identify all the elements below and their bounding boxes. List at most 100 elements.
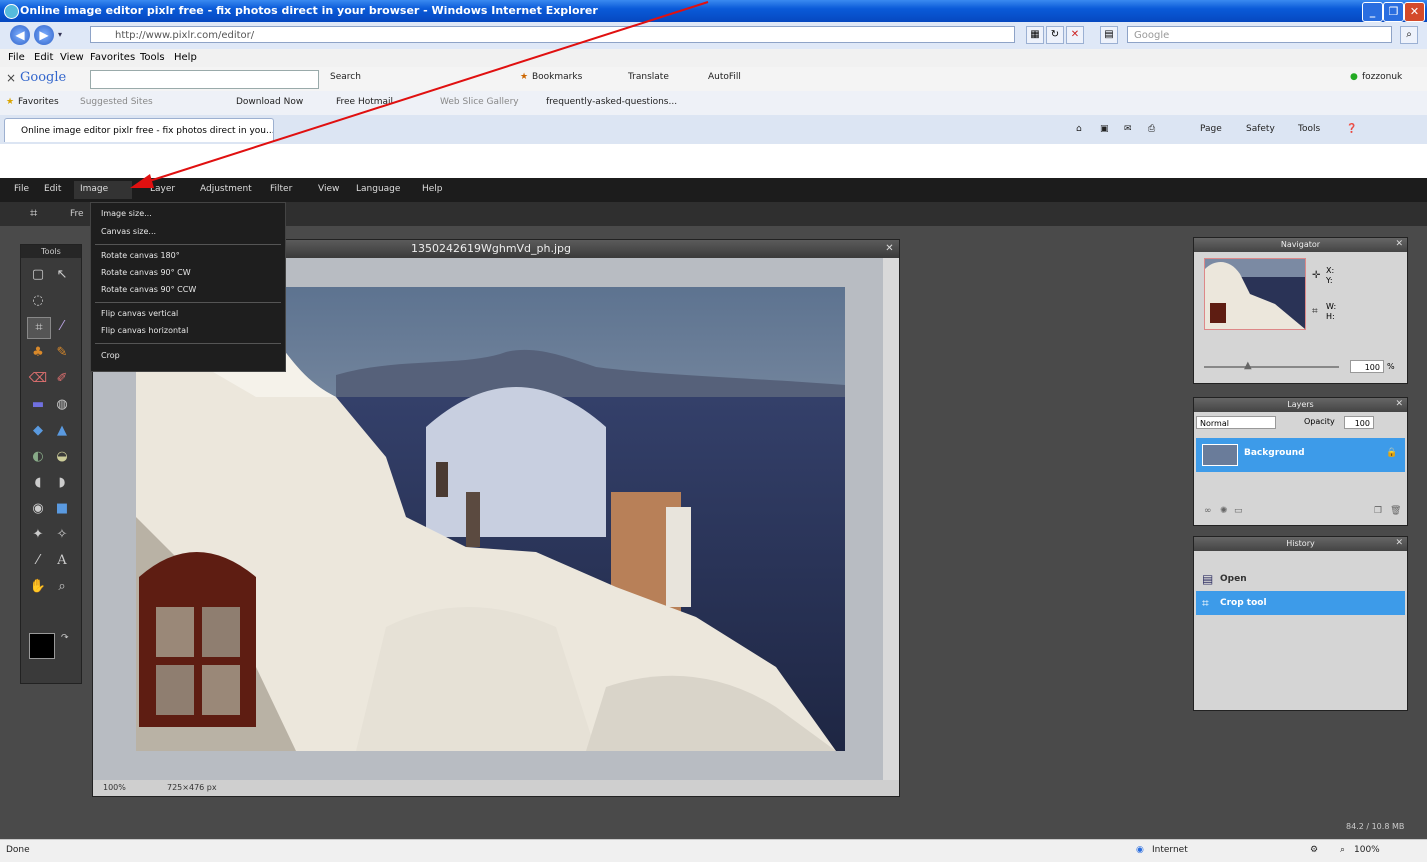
ie-menu-help[interactable]: Help bbox=[174, 52, 197, 63]
ie-menu-edit[interactable]: Edit bbox=[34, 52, 53, 63]
hand-tool-icon[interactable]: ✋ bbox=[27, 577, 49, 597]
refresh-icon[interactable]: ↻ bbox=[1046, 26, 1064, 44]
pencil-tool-icon[interactable]: ✎ bbox=[51, 343, 73, 363]
drop-tool-icon[interactable]: ◆ bbox=[27, 421, 49, 441]
google-search-input[interactable] bbox=[90, 70, 319, 89]
sponge-tool-icon[interactable]: ◒ bbox=[51, 447, 73, 467]
fav-download-now[interactable]: Download Now bbox=[236, 97, 303, 107]
menu-crop[interactable]: Crop bbox=[101, 351, 120, 360]
minimize-button[interactable]: _ bbox=[1362, 2, 1383, 22]
status-zoom[interactable]: 100% bbox=[1354, 845, 1380, 855]
fav-web-slice-gallery[interactable]: Web Slice Gallery bbox=[440, 97, 519, 107]
spot-heal-tool-icon[interactable]: ■ bbox=[51, 499, 73, 519]
pixlr-menu-filter[interactable]: Filter bbox=[270, 184, 292, 194]
image-scrollbar[interactable] bbox=[883, 258, 899, 780]
browser-tab[interactable]: Online image editor pixlr free - fix pho… bbox=[4, 118, 274, 142]
swap-colors-icon[interactable]: ↷ bbox=[61, 633, 69, 643]
move-tool-icon[interactable]: ↖ bbox=[51, 265, 73, 285]
help-icon[interactable]: ❓ bbox=[1346, 124, 1357, 134]
home-icon[interactable]: ⌂ bbox=[1076, 124, 1082, 134]
ie-menu-file[interactable]: File bbox=[8, 52, 25, 63]
layer-mask-icon[interactable]: ▭ bbox=[1234, 506, 1243, 516]
mail-icon[interactable]: ✉ bbox=[1124, 124, 1132, 134]
window-title-bar[interactable]: Online image editor pixlr free - fix pho… bbox=[0, 0, 1427, 22]
image-close-icon[interactable]: ✕ bbox=[884, 243, 895, 254]
fav-faq[interactable]: frequently-asked-questions... bbox=[546, 97, 677, 107]
menu-flip-horizontal[interactable]: Flip canvas horizontal bbox=[101, 326, 188, 335]
maximize-button[interactable]: ❐ bbox=[1383, 2, 1404, 22]
navigator-close-icon[interactable]: ✕ bbox=[1395, 239, 1403, 249]
google-search-button[interactable]: Search bbox=[330, 72, 361, 82]
layer-fx-icon[interactable]: ✺ bbox=[1220, 506, 1228, 516]
sharpen-tool-icon[interactable]: ▲ bbox=[51, 421, 73, 441]
fav-suggested-sites[interactable]: Suggested Sites bbox=[80, 97, 153, 107]
ie-menu-view[interactable]: View bbox=[60, 52, 84, 63]
history-item-crop-tool[interactable]: ⌗ Crop tool bbox=[1196, 591, 1405, 615]
account-button[interactable]: fozzonuk bbox=[1362, 72, 1402, 82]
picker-tool-icon[interactable]: ⁄ bbox=[27, 551, 49, 571]
feeds-icon[interactable]: ▣ bbox=[1100, 124, 1109, 134]
translate-button[interactable]: Translate bbox=[628, 72, 669, 82]
history-item-open[interactable]: ▤ Open bbox=[1196, 567, 1405, 591]
history-close-icon[interactable]: ✕ bbox=[1395, 538, 1403, 548]
menu-rotate-90-ccw[interactable]: Rotate canvas 90° CCW bbox=[101, 285, 196, 294]
new-layer-icon[interactable]: ❐ bbox=[1374, 506, 1382, 516]
search-input[interactable]: Google bbox=[1127, 26, 1392, 43]
navigator-zoom-slider[interactable] bbox=[1204, 366, 1339, 368]
pixlr-menu-view[interactable]: View bbox=[318, 184, 339, 194]
layer-lock-icon[interactable]: 🔒 bbox=[1386, 448, 1397, 458]
bloat-tool-icon[interactable]: ✦ bbox=[27, 525, 49, 545]
ie-menu-tools[interactable]: Tools bbox=[140, 52, 165, 63]
zoom-tool-icon[interactable]: ⌕ bbox=[51, 577, 73, 597]
menu-rotate-90-cw[interactable]: Rotate canvas 90° CW bbox=[101, 268, 191, 277]
url-input[interactable]: http://www.pixlr.com/editor/ bbox=[90, 26, 1015, 43]
brush-tool-icon[interactable]: ✐ bbox=[51, 369, 73, 389]
compat-icon[interactable]: ▦ bbox=[1026, 26, 1044, 44]
pixlr-menu-language[interactable]: Language bbox=[356, 184, 400, 194]
menu-image-size[interactable]: Image size... bbox=[101, 209, 152, 218]
navigator-zoom-input[interactable]: 100 bbox=[1350, 360, 1384, 373]
smudge-tool-icon[interactable]: ◐ bbox=[27, 447, 49, 467]
menu-flip-vertical[interactable]: Flip canvas vertical bbox=[101, 309, 178, 318]
layer-link-icon[interactable]: ∞ bbox=[1204, 506, 1212, 516]
eraser-tool-icon[interactable]: ⌫ bbox=[27, 369, 49, 389]
text-tool-icon[interactable]: A bbox=[51, 551, 73, 571]
layers-close-icon[interactable]: ✕ bbox=[1395, 399, 1403, 409]
bookmarks-button[interactable]: Bookmarks bbox=[532, 72, 582, 82]
search-icon[interactable]: ⌕ bbox=[1400, 26, 1418, 44]
navigator-thumbnail[interactable] bbox=[1204, 258, 1306, 330]
toolbar-close-icon[interactable]: × bbox=[6, 71, 16, 85]
tools-menu[interactable]: Tools bbox=[1298, 124, 1320, 134]
lasso-tool-icon[interactable]: ◌ bbox=[27, 291, 49, 311]
close-window-button[interactable]: ✕ bbox=[1404, 2, 1425, 22]
pixlr-menu-edit[interactable]: Edit bbox=[44, 184, 61, 194]
delete-layer-icon[interactable]: 🗑 bbox=[1390, 506, 1401, 516]
crop-tool-button[interactable]: ⌗ bbox=[27, 317, 51, 339]
pixlr-menu-help[interactable]: Help bbox=[422, 184, 443, 194]
layer-row-background[interactable]: Background 🔒 bbox=[1196, 438, 1405, 472]
redeye-tool-icon[interactable]: ◉ bbox=[27, 499, 49, 519]
foreground-color-swatch[interactable] bbox=[29, 633, 55, 659]
stop-icon[interactable]: ✕ bbox=[1066, 26, 1084, 44]
gradient-tool-icon[interactable]: ▬ bbox=[27, 395, 49, 415]
search-provider-icon[interactable]: ▤ bbox=[1100, 26, 1118, 44]
pixlr-menu-file[interactable]: File bbox=[14, 184, 29, 194]
marquee-tool-icon[interactable]: ▢ bbox=[27, 265, 49, 285]
dodge-tool-icon[interactable]: ◖ bbox=[27, 473, 49, 493]
stamp-tool-icon[interactable]: ♣ bbox=[27, 343, 49, 363]
history-dropdown-icon[interactable]: ▾ bbox=[58, 30, 62, 39]
wand-tool-icon[interactable]: ⁄ bbox=[51, 317, 73, 337]
back-icon[interactable]: ◀ bbox=[10, 25, 30, 45]
forward-icon[interactable]: ▶ bbox=[34, 25, 54, 45]
autofill-button[interactable]: AutoFill bbox=[708, 72, 741, 82]
fav-free-hotmail[interactable]: Free Hotmail bbox=[336, 97, 393, 107]
burn-tool-icon[interactable]: ◗ bbox=[51, 473, 73, 493]
safety-menu[interactable]: Safety bbox=[1246, 124, 1275, 134]
opacity-input[interactable]: 100 bbox=[1344, 416, 1374, 429]
pixlr-menu-image[interactable]: Image bbox=[74, 181, 132, 199]
protected-mode-icon[interactable]: ⚙ bbox=[1310, 845, 1318, 855]
page-menu[interactable]: Page bbox=[1200, 124, 1222, 134]
navigator-zoom-handle[interactable]: ▲ bbox=[1244, 360, 1252, 371]
ie-menu-favorites[interactable]: Favorites bbox=[90, 52, 135, 63]
blend-mode-select[interactable]: Normal bbox=[1196, 416, 1276, 429]
